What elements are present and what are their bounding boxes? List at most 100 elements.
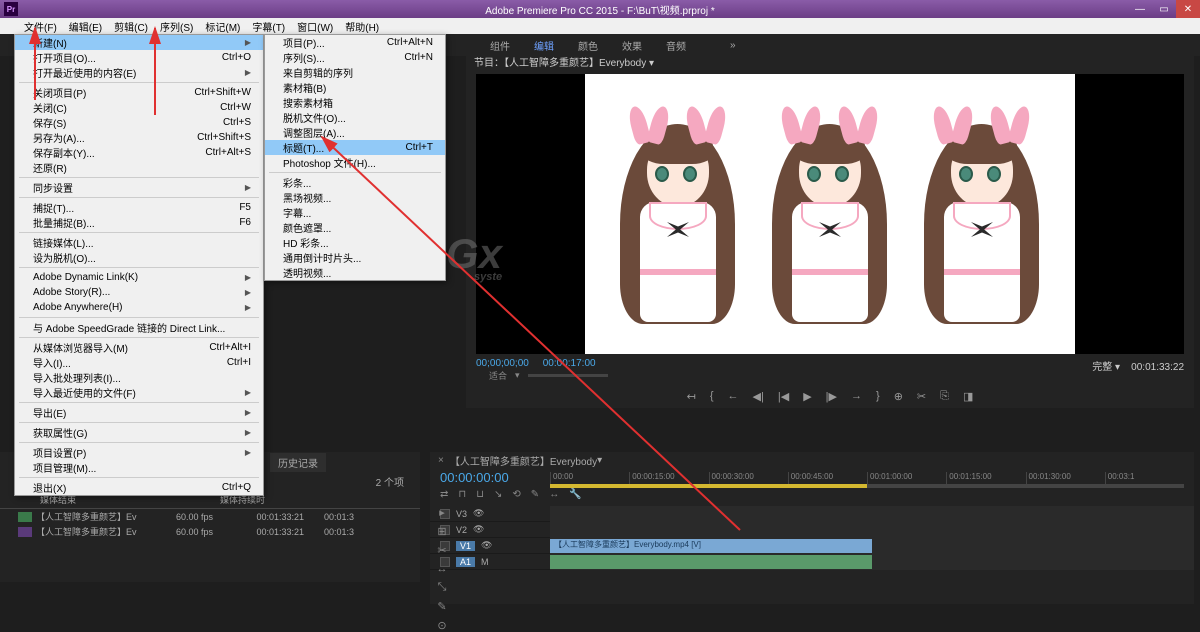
mute-icon[interactable]: M bbox=[481, 557, 489, 567]
submenu-item[interactable]: 字幕... bbox=[265, 205, 445, 220]
menu-file[interactable]: 文件(F) bbox=[18, 18, 63, 34]
menu-item[interactable]: 保存副本(Y)...Ctrl+Alt+S bbox=[15, 145, 263, 160]
menu-item[interactable]: 导入(I)...Ctrl+I bbox=[15, 355, 263, 370]
menu-item[interactable]: 批量捕捉(B)...F6 bbox=[15, 215, 263, 230]
menu-item[interactable]: 导出(E)▶ bbox=[15, 405, 263, 420]
menu-item[interactable]: 还原(R) bbox=[15, 160, 263, 175]
menu-item[interactable]: 导入最近使用的文件(F)▶ bbox=[15, 385, 263, 400]
menu-item[interactable]: 同步设置▶ bbox=[15, 180, 263, 195]
mark-in-icon[interactable]: ↤ bbox=[687, 390, 696, 403]
tab-audio[interactable]: 音频 bbox=[666, 38, 686, 53]
menu-item[interactable]: 捕捉(T)...F5 bbox=[15, 200, 263, 215]
submenu-item[interactable]: 脱机文件(O)... bbox=[265, 110, 445, 125]
menu-item[interactable]: 与 Adobe SpeedGrade 链接的 Direct Link... bbox=[15, 320, 263, 335]
submenu-item[interactable]: 颜色遮罩... bbox=[265, 220, 445, 235]
menu-item[interactable]: 链接媒体(L)... bbox=[15, 235, 263, 250]
tc-current[interactable]: 00:00:17:00 bbox=[543, 358, 596, 369]
tool-trim-icon[interactable]: ↔ bbox=[549, 489, 559, 500]
program-header[interactable]: 节目：【人工智障多重颜艺】Everybody ▾ bbox=[466, 52, 1194, 70]
track-v2[interactable]: V2👁 bbox=[430, 522, 1194, 538]
pen-tool-icon[interactable]: ✎ bbox=[437, 600, 446, 613]
timeline-close-icon[interactable]: × bbox=[438, 455, 444, 466]
menu-item[interactable]: 关闭(C)Ctrl+W bbox=[15, 100, 263, 115]
menu-item[interactable]: 导入批处理列表(I)... bbox=[15, 370, 263, 385]
menu-item[interactable]: 从媒体浏览器导入(M)Ctrl+Alt+I bbox=[15, 340, 263, 355]
zoom-slider[interactable] bbox=[528, 374, 608, 377]
submenu-item[interactable]: 黑场视频... bbox=[265, 190, 445, 205]
play-icon[interactable]: ▶ bbox=[803, 390, 811, 403]
menu-sequence[interactable]: 序列(S) bbox=[154, 18, 199, 34]
playhead-bar[interactable] bbox=[550, 484, 1184, 488]
submenu-item[interactable]: Photoshop 文件(H)... bbox=[265, 155, 445, 170]
tool-wrench-icon[interactable]: 🔧 bbox=[569, 489, 581, 500]
tool-snap-icon[interactable]: ⇄ bbox=[440, 489, 448, 500]
menu-help[interactable]: 帮助(H) bbox=[339, 18, 385, 34]
forward-icon[interactable]: |▶ bbox=[826, 390, 837, 403]
menu-marker[interactable]: 标记(M) bbox=[199, 18, 246, 34]
step-back-icon[interactable]: ← bbox=[728, 390, 739, 403]
fit-label[interactable]: 适合 bbox=[489, 369, 507, 382]
timeline-tab-name[interactable]: 【人工智障多重颜艺】Everybody bbox=[450, 453, 597, 468]
submenu-item[interactable]: 素材箱(B) bbox=[265, 80, 445, 95]
menu-item[interactable]: 获取属性(G)▶ bbox=[15, 425, 263, 440]
submenu-item[interactable]: 序列(S)...Ctrl+N bbox=[265, 50, 445, 65]
menu-item[interactable]: 设为脱机(O)... bbox=[15, 250, 263, 265]
submenu-item[interactable]: 透明视频... bbox=[265, 265, 445, 280]
menu-item[interactable]: 打开最近使用的内容(E)▶ bbox=[15, 65, 263, 80]
tool-marker-icon[interactable]: ⊔ bbox=[476, 489, 484, 500]
tool-mix-icon[interactable]: ✎ bbox=[531, 489, 539, 500]
extract-icon[interactable]: ⎘ bbox=[940, 390, 949, 403]
submenu-item[interactable]: 搜索素材箱 bbox=[265, 95, 445, 110]
timeline-tab-arrow-icon[interactable]: ▾ bbox=[597, 455, 602, 466]
submenu-item[interactable]: 标题(T)...Ctrl+T bbox=[265, 140, 445, 155]
submenu-item[interactable]: 通用倒计时片头... bbox=[265, 250, 445, 265]
eye-icon[interactable]: 👁 bbox=[473, 508, 484, 519]
export-frame-icon[interactable]: ◨ bbox=[963, 390, 973, 403]
go-out-icon[interactable]: } bbox=[876, 390, 880, 403]
tab-assembly[interactable]: 组件 bbox=[490, 38, 510, 53]
go-in-icon[interactable]: { bbox=[710, 390, 714, 403]
submenu-item[interactable]: 彩条... bbox=[265, 175, 445, 190]
project-row[interactable]: 【人工智障多重颜艺】Ev 60.00 fps 00:01:33:21 00:01… bbox=[0, 509, 420, 524]
maximize-button[interactable]: ▭ bbox=[1152, 0, 1176, 18]
quality-label[interactable]: 完整 bbox=[1092, 362, 1112, 373]
add-marker-icon[interactable]: ⊕ bbox=[894, 390, 903, 403]
submenu-item[interactable]: 来自剪辑的序列 bbox=[265, 65, 445, 80]
submenu-item[interactable]: HD 彩条... bbox=[265, 235, 445, 250]
track-v3[interactable]: V3👁 bbox=[430, 506, 1194, 522]
slide-tool-icon[interactable]: ⤡ bbox=[438, 581, 447, 594]
tool-ovr-icon[interactable]: ⟲ bbox=[512, 489, 520, 500]
audio-clip[interactable] bbox=[550, 555, 872, 569]
menu-edit[interactable]: 编辑(E) bbox=[63, 18, 108, 34]
fit-arrow-icon[interactable]: ▾ bbox=[515, 370, 520, 381]
tab-history[interactable]: 历史记录 bbox=[270, 453, 326, 472]
minimize-button[interactable]: — bbox=[1128, 0, 1152, 18]
razor-tool-icon[interactable]: ✂ bbox=[437, 544, 446, 557]
selection-tool-icon[interactable]: ▸ bbox=[439, 506, 445, 519]
menu-clip[interactable]: 剪辑(C) bbox=[108, 18, 154, 34]
eye-icon[interactable]: 👁 bbox=[481, 540, 492, 551]
menu-item[interactable]: 项目管理(M)... bbox=[15, 460, 263, 475]
prev-frame-icon[interactable]: ◀| bbox=[753, 390, 764, 403]
menu-item[interactable]: Adobe Dynamic Link(K)▶ bbox=[15, 270, 263, 285]
track-v1[interactable]: V1👁 【人工智障多重颜艺】Everybody.mp4 [V] bbox=[430, 538, 1194, 554]
submenu-item[interactable]: 项目(P)...Ctrl+Alt+N bbox=[265, 35, 445, 50]
track-a1[interactable]: A1M bbox=[430, 554, 1194, 570]
tabs-more-icon[interactable]: » bbox=[730, 40, 736, 51]
track-select-tool-icon[interactable]: ⊞ bbox=[437, 525, 446, 538]
next-frame-icon[interactable]: → bbox=[851, 390, 862, 403]
menu-item[interactable]: 另存为(A)...Ctrl+Shift+S bbox=[15, 130, 263, 145]
menu-item[interactable]: 退出(X)Ctrl+Q bbox=[15, 480, 263, 495]
menu-title[interactable]: 字幕(T) bbox=[246, 18, 291, 34]
rewind-icon[interactable]: |◀ bbox=[778, 390, 789, 403]
menu-item[interactable]: 新建(N)▶ bbox=[15, 35, 263, 50]
close-button[interactable]: ✕ bbox=[1176, 0, 1200, 18]
slip-tool-icon[interactable]: ↔ bbox=[437, 563, 448, 575]
tab-editing[interactable]: 编辑 bbox=[534, 38, 554, 53]
menu-window[interactable]: 窗口(W) bbox=[291, 18, 339, 34]
video-clip[interactable]: 【人工智障多重颜艺】Everybody.mp4 [V] bbox=[550, 539, 872, 553]
project-row[interactable]: 【人工智障多重颜艺】Ev 60.00 fps 00:01:33:21 00:01… bbox=[0, 524, 420, 539]
quality-arrow-icon[interactable]: ▾ bbox=[1115, 362, 1120, 373]
eye-icon[interactable]: 👁 bbox=[473, 524, 484, 535]
menu-item[interactable]: Adobe Story(R)...▶ bbox=[15, 285, 263, 300]
